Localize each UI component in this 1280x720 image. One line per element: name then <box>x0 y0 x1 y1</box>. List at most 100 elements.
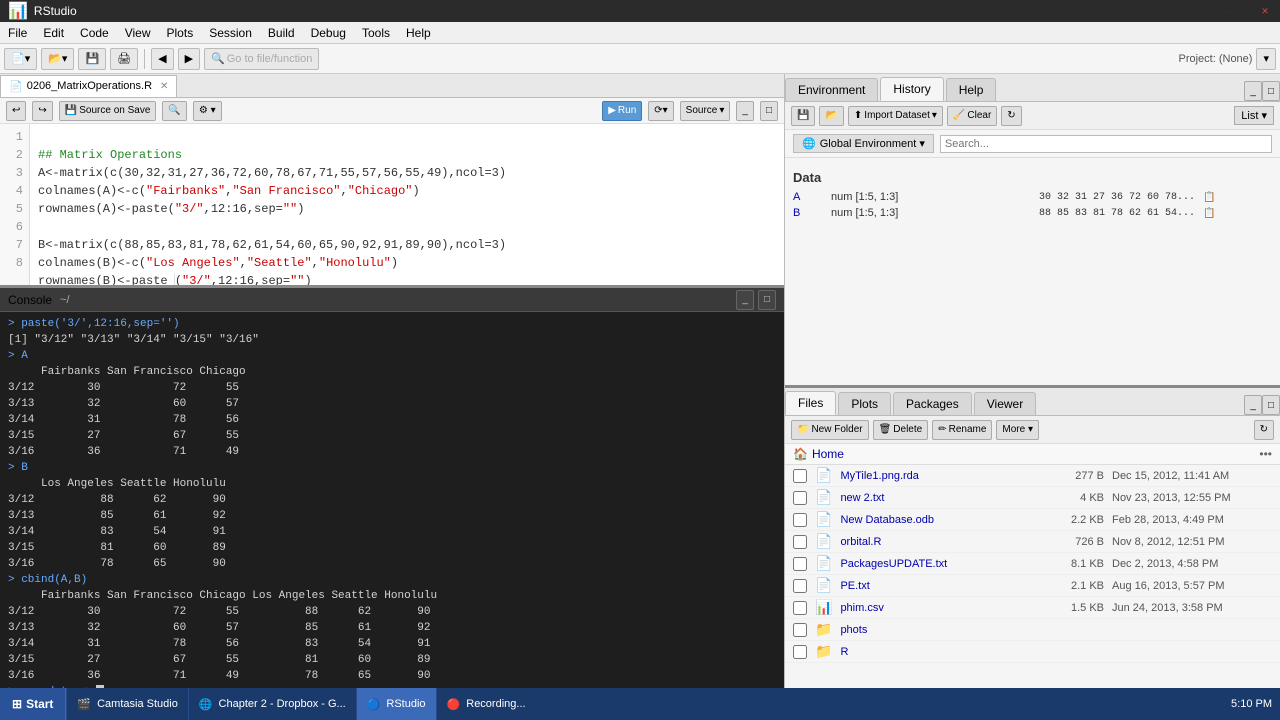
code-area[interactable]: ## Matrix Operations A<-matrix(c(30,32,3… <box>30 124 784 285</box>
file-name-label[interactable]: phots <box>840 624 1214 636</box>
file-checkbox[interactable] <box>793 535 807 549</box>
left-panel: 📄 0206_MatrixOperations.R ✕ ↩ ↪ 💾 Source… <box>0 74 785 688</box>
file-name-label[interactable]: PE.txt <box>840 580 1046 592</box>
code-tools-btn[interactable]: ⚙ ▾ <box>193 101 222 121</box>
folder-icon: 📁 <box>797 424 809 435</box>
file-checkbox[interactable] <box>793 513 807 527</box>
print-btn[interactable]: 🖨 <box>110 48 138 70</box>
run-btn[interactable]: ▶ Run <box>602 101 642 121</box>
global-env-btn[interactable]: 🌐 Global Environment ▾ <box>793 134 934 153</box>
copy-icon-B[interactable]: 📋 <box>1203 208 1215 219</box>
file-checkbox[interactable] <box>793 601 807 615</box>
tab-history[interactable]: History <box>880 77 943 101</box>
save-btn[interactable]: 💾 <box>78 48 106 70</box>
console-maximize-btn[interactable]: □ <box>758 290 776 310</box>
import-dataset-btn[interactable]: ⬆ Import Dataset ▾ <box>848 106 943 126</box>
menu-code[interactable]: Code <box>72 24 117 42</box>
save-env-btn[interactable]: 💾 <box>791 106 815 126</box>
redo-btn[interactable]: ↪ <box>32 101 52 121</box>
start-button[interactable]: ⊞ Start <box>0 688 66 720</box>
var-name-A[interactable]: A <box>793 191 823 203</box>
find-btn[interactable]: 🔍 <box>162 101 186 121</box>
menu-file[interactable]: File <box>0 24 35 42</box>
editor-content[interactable]: 12345 678 ## Matrix Operations A<-matrix… <box>0 124 784 285</box>
console-minimize-btn[interactable]: _ <box>736 290 754 310</box>
env-minimize-btn[interactable]: _ <box>1244 81 1262 101</box>
file-size-label: 4 KB <box>1054 492 1104 504</box>
save-source-btn[interactable]: 💾 Source on Save <box>59 101 157 121</box>
tab-environment[interactable]: Environment <box>785 78 878 101</box>
copy-icon-A[interactable]: 📋 <box>1203 192 1215 203</box>
refresh-env-btn[interactable]: ↻ <box>1001 106 1021 126</box>
menu-help[interactable]: Help <box>398 24 439 42</box>
back-btn[interactable]: ◀ <box>151 48 173 70</box>
console-output[interactable]: > paste('3/',12:16,sep='') [1] "3/12" "3… <box>0 312 784 688</box>
tab-plots[interactable]: Plots <box>838 392 891 415</box>
load-env-btn[interactable]: 📂 <box>819 106 843 126</box>
source-btn[interactable]: Source ▾ <box>680 101 731 121</box>
file-row: 📄PackagesUPDATE.txt8.1 KBDec 2, 2013, 4:… <box>785 553 1280 575</box>
file-type-icon: 📄 <box>815 555 832 572</box>
menu-tools[interactable]: Tools <box>354 24 398 42</box>
tab-help[interactable]: Help <box>946 78 997 101</box>
env-maximize-btn[interactable]: □ <box>1262 81 1280 101</box>
taskbar-recording[interactable]: 🔴 Recording... <box>436 688 536 720</box>
restore-btn[interactable]: □ <box>1240 5 1254 17</box>
more-btn[interactable]: More ▾ <box>996 420 1039 440</box>
breadcrumb-more-btn[interactable]: ••• <box>1259 447 1272 461</box>
file-name-label[interactable]: new 2.txt <box>840 492 1046 504</box>
close-btn[interactable]: ✕ <box>1258 5 1272 17</box>
new-file-btn[interactable]: 📄▾ <box>4 48 37 70</box>
project-label: Project: (None) <box>1178 53 1252 65</box>
file-checkbox[interactable] <box>793 469 807 483</box>
file-name-label[interactable]: orbital.R <box>840 536 1046 548</box>
files-maximize-btn[interactable]: □ <box>1262 395 1280 415</box>
editor-minimize-btn[interactable]: _ <box>736 101 754 121</box>
menu-debug[interactable]: Debug <box>303 24 354 42</box>
file-name-label[interactable]: New Database.odb <box>840 514 1046 526</box>
delete-btn[interactable]: 🗑 Delete <box>873 420 929 440</box>
env-search-input[interactable] <box>940 135 1272 153</box>
rerun-btn[interactable]: ⟳▾ <box>648 101 673 121</box>
menu-build[interactable]: Build <box>260 24 303 42</box>
file-checkbox[interactable] <box>793 645 807 659</box>
menu-edit[interactable]: Edit <box>35 24 72 42</box>
file-name-label[interactable]: phim.csv <box>840 602 1046 614</box>
menu-session[interactable]: Session <box>201 24 260 42</box>
new-folder-btn[interactable]: 📁 New Folder <box>791 420 869 440</box>
taskbar-dropbox[interactable]: 🌐 Chapter 2 - Dropbox - G... <box>188 688 356 720</box>
rename-btn[interactable]: ✏ Rename <box>932 420 992 440</box>
file-checkbox[interactable] <box>793 491 807 505</box>
project-dropdown-btn[interactable]: ▾ <box>1256 48 1276 70</box>
file-name-label[interactable]: PackagesUPDATE.txt <box>840 558 1046 570</box>
editor-tab-main[interactable]: 📄 0206_MatrixOperations.R ✕ <box>0 75 177 97</box>
menu-view[interactable]: View <box>117 24 159 42</box>
file-name-label[interactable]: MyTile1.png.rda <box>840 470 1046 482</box>
open-file-btn[interactable]: 📂▾ <box>41 48 74 70</box>
files-minimize-btn[interactable]: _ <box>1244 395 1262 415</box>
breadcrumb-home[interactable]: Home <box>812 447 844 461</box>
taskbar-camtasia[interactable]: 🎬 Camtasia Studio <box>66 688 187 720</box>
minimize-btn[interactable]: ─ <box>1222 5 1236 17</box>
tab-packages[interactable]: Packages <box>893 392 972 415</box>
editor-maximize-btn[interactable]: □ <box>760 101 778 121</box>
tab-close-icon[interactable]: ✕ <box>160 81 168 92</box>
file-checkbox[interactable] <box>793 579 807 593</box>
refresh-files-btn[interactable]: ↻ <box>1254 420 1274 440</box>
forward-btn[interactable]: ▶ <box>178 48 200 70</box>
taskbar-rstudio[interactable]: 🔵 RStudio <box>356 688 436 720</box>
file-checkbox[interactable] <box>793 623 807 637</box>
menu-plots[interactable]: Plots <box>159 24 202 42</box>
tab-files[interactable]: Files <box>785 391 836 415</box>
undo-btn[interactable]: ↩ <box>6 101 26 121</box>
file-date-label: Dec 2, 2013, 4:58 PM <box>1112 558 1272 570</box>
file-checkbox[interactable] <box>793 557 807 571</box>
app-title: RStudio <box>34 4 77 18</box>
clear-env-btn[interactable]: 🧹 Clear <box>947 106 997 126</box>
list-view-btn[interactable]: List ▾ <box>1234 106 1274 125</box>
var-name-B[interactable]: B <box>793 207 823 219</box>
file-name-label[interactable]: R <box>840 646 1214 658</box>
tab-viewer[interactable]: Viewer <box>974 392 1036 415</box>
go-to-file-btn[interactable]: 🔍 Go to file/function <box>204 48 319 70</box>
file-type-icon: 📁 <box>815 643 832 660</box>
